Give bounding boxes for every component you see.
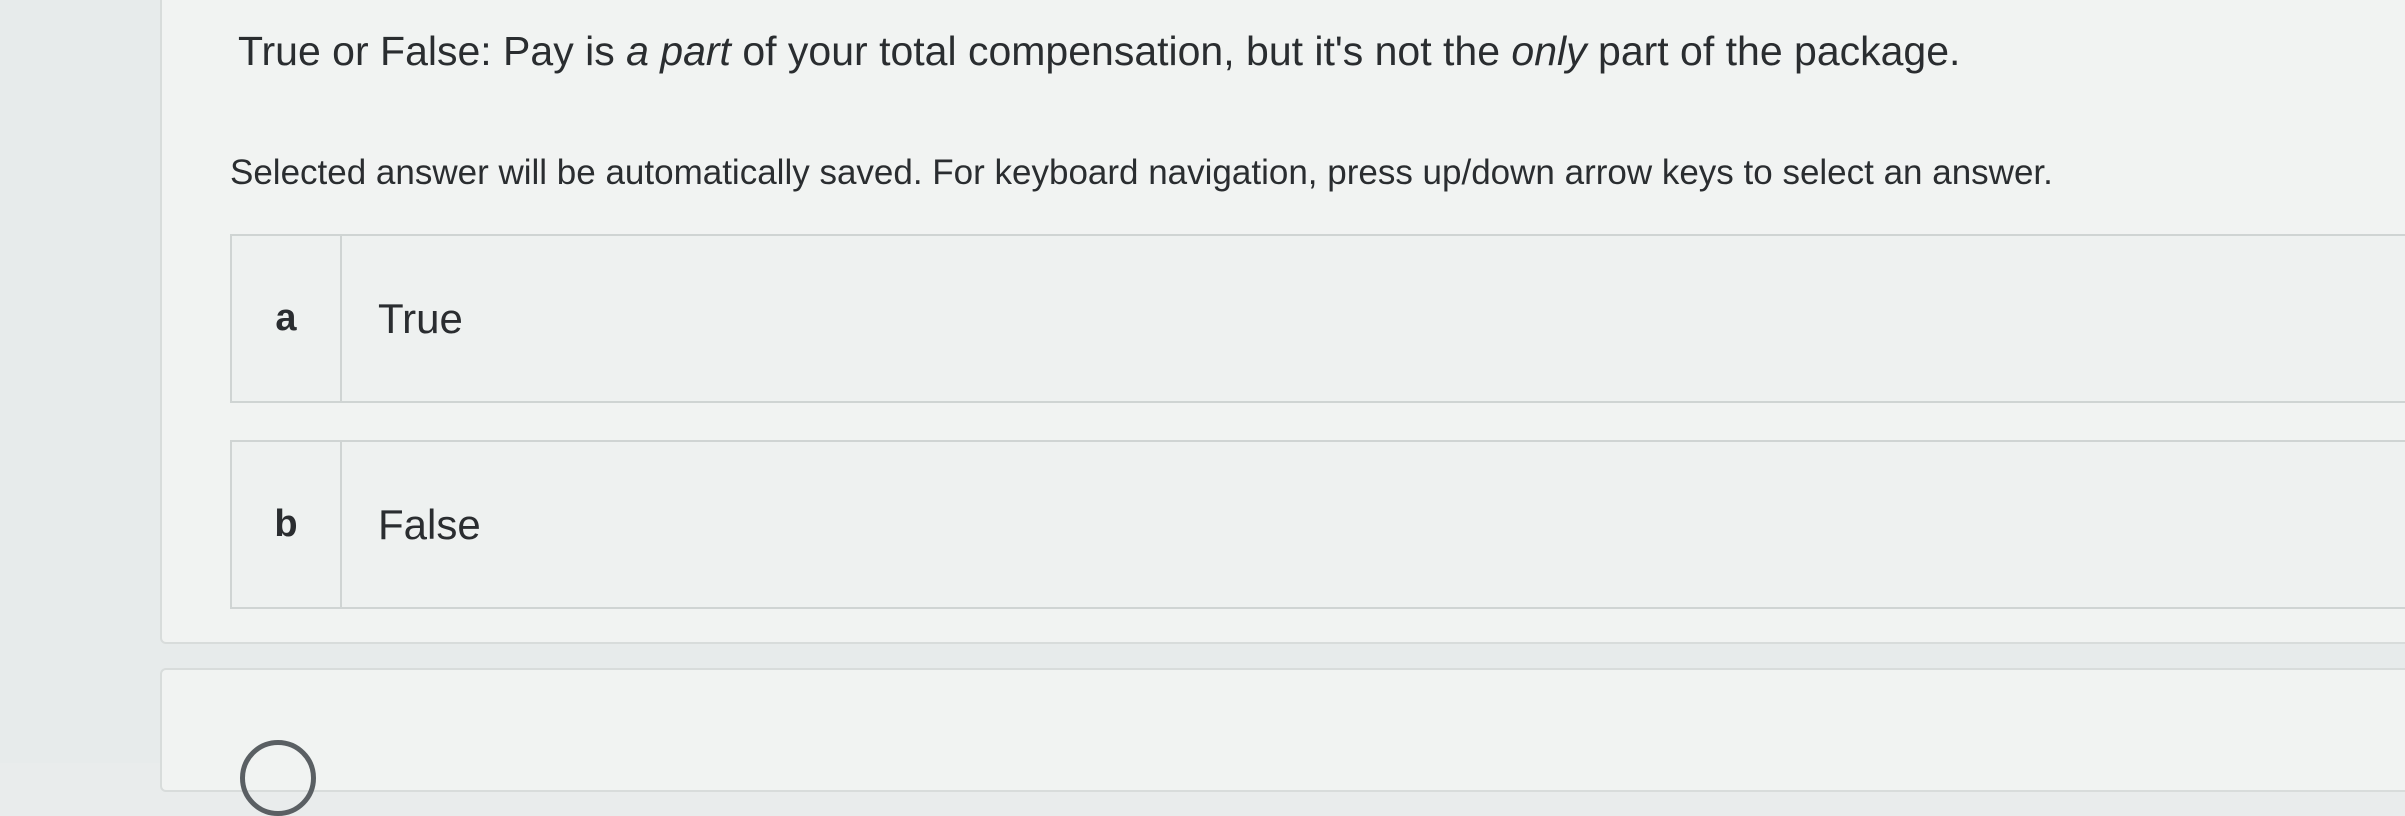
option-letter: b xyxy=(232,442,342,607)
question-emphasis-only: only xyxy=(1511,28,1587,74)
next-question-card xyxy=(160,668,2405,792)
question-text-part-1: True or False: Pay is xyxy=(238,28,627,74)
option-letter: a xyxy=(232,236,342,401)
answer-instructions: Selected answer will be automatically sa… xyxy=(230,153,2053,192)
question-text: True or False: Pay is a part of your tot… xyxy=(238,24,1960,78)
option-label: True xyxy=(378,294,463,342)
option-label: False xyxy=(378,500,481,548)
question-text-part-2: of your total compensation, but it's not… xyxy=(730,28,1512,74)
question-emphasis-a-part: a part xyxy=(626,28,731,74)
quiz-page: True or False: Pay is a part of your tot… xyxy=(0,0,2405,816)
answer-option-b[interactable]: b False xyxy=(230,440,2405,609)
answer-option-a[interactable]: a True xyxy=(230,234,2405,403)
question-text-part-3: part of the package. xyxy=(1586,28,1961,74)
radio-circle-icon[interactable] xyxy=(240,740,316,816)
